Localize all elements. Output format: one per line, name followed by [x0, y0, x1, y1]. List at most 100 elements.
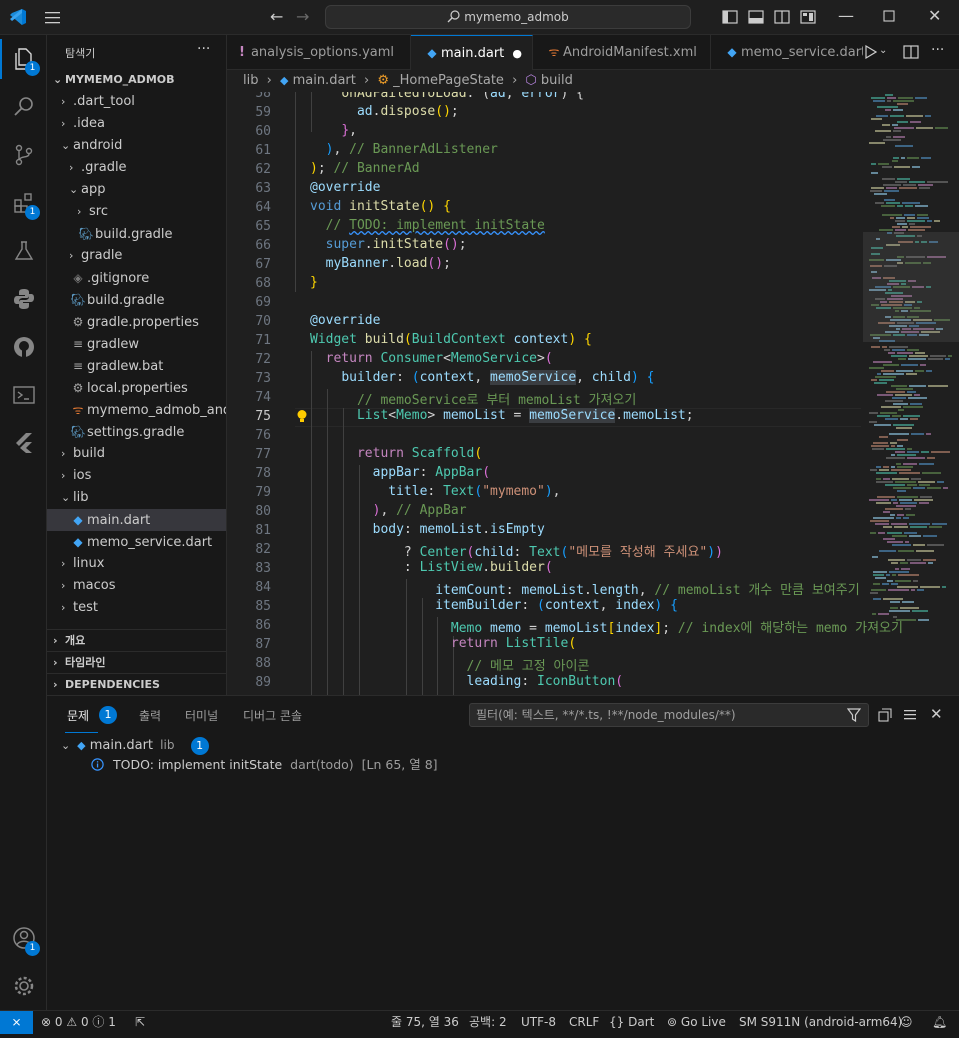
tree-item[interactable]: ⌄ android	[47, 135, 226, 157]
end-of-line[interactable]: CRLF	[569, 1011, 599, 1033]
minimap-line	[886, 391, 905, 393]
indentation[interactable]: 공백: 2	[469, 1011, 507, 1033]
breadcrumb-class[interactable]: _HomePageState	[393, 73, 504, 88]
tree-item[interactable]: › .dart_tool	[47, 91, 226, 113]
section-outline[interactable]: › 개요	[47, 629, 226, 651]
notifications-bell-icon[interactable]: 🔔︎	[932, 1011, 947, 1033]
minimap-viewport[interactable]	[863, 232, 959, 342]
tab-main-dart[interactable]: ◆ main.dart ●	[411, 35, 533, 70]
tree-item[interactable]: ◈ .gitignore	[47, 267, 226, 289]
tab-output[interactable]: 출력	[139, 707, 161, 724]
minimap[interactable]	[863, 92, 959, 695]
tab-analysis-options[interactable]: ! analysis_options.yaml	[227, 35, 411, 70]
breadcrumb-file[interactable]: main.dart	[293, 73, 356, 88]
breadcrumb-lib[interactable]: lib	[243, 73, 258, 88]
code-editor[interactable]: 58 59 60 61 62 63 64 65 66 67 68 69 70 71 72 73 74 75 76 77…	[227, 92, 959, 695]
toggle-sidebar-icon[interactable]	[722, 10, 738, 28]
github-icon[interactable]	[0, 325, 47, 369]
tab-android-manifest[interactable]: ᯤ AndroidManifest.xml	[533, 35, 711, 70]
problem-row[interactable]: TODO: implement initState dart(todo) [Ln…	[91, 754, 438, 776]
collapse-all-icon[interactable]	[878, 708, 892, 726]
tree-item[interactable]: › ios	[47, 465, 226, 487]
account-icon[interactable]: 1	[0, 916, 47, 960]
toggle-panel-icon[interactable]	[748, 10, 764, 28]
section-dependencies[interactable]: › DEPENDENCIES	[47, 673, 226, 695]
tree-item[interactable]: › macos	[47, 575, 226, 597]
minimize-icon[interactable]: —	[838, 6, 854, 25]
tree-item[interactable]: ⌄ lib	[47, 487, 226, 509]
unsaved-dot-icon[interactable]: ●	[512, 36, 522, 70]
customize-layout-icon[interactable]	[800, 10, 816, 28]
device-selector[interactable]: SM S911N (android-arm64)	[739, 1011, 902, 1033]
tab-memo-service[interactable]: ◆ memo_service.dart	[711, 35, 863, 70]
ports-icon[interactable]: ⇱	[135, 1011, 145, 1033]
files-icon[interactable]: 1	[0, 37, 47, 81]
go-live[interactable]: ⊚ Go Live	[667, 1011, 726, 1033]
tab-problems[interactable]: 문제	[67, 707, 89, 724]
problems-status[interactable]: ⊗ 0 ⚠ 0 ⓘ 1	[41, 1011, 116, 1033]
workspace-root[interactable]: ⌄ MYMEMO_ADMOB	[47, 69, 226, 91]
tree-item[interactable]: 🐘︎settings.gradle	[47, 421, 226, 443]
view-as-list-icon[interactable]	[903, 708, 917, 726]
code-line: }	[310, 275, 318, 290]
minimap-line	[902, 202, 920, 204]
tree-item[interactable]: ⌄ app	[47, 179, 226, 201]
line-number: 60	[255, 124, 271, 139]
tab-debug-console[interactable]: 디버그 콘솔	[243, 707, 302, 724]
testing-icon[interactable]	[0, 229, 47, 273]
split-editor-icon[interactable]	[903, 45, 919, 63]
extensions-icon[interactable]: 1	[0, 181, 47, 225]
source-control-icon[interactable]	[0, 133, 47, 177]
tree-item[interactable]: ≡ gradlew	[47, 333, 226, 355]
close-panel-icon[interactable]: ✕	[930, 705, 943, 723]
tree-item[interactable]: › linux	[47, 553, 226, 575]
problem-source: dart(todo)	[290, 757, 354, 772]
tab-terminal[interactable]: 터미널	[185, 707, 218, 724]
back-arrow-icon[interactable]: ←	[270, 7, 283, 26]
chevron-down-icon[interactable]: ⌄	[879, 45, 887, 56]
run-icon[interactable]	[865, 44, 878, 63]
lightbulb-icon[interactable]	[296, 409, 308, 428]
search-icon[interactable]	[0, 85, 47, 129]
language-mode[interactable]: {} Dart	[609, 1011, 654, 1033]
tree-item[interactable]: › gradle	[47, 245, 226, 267]
section-timeline[interactable]: › 타임라인	[47, 651, 226, 673]
close-icon[interactable]: ✕	[928, 6, 941, 25]
minimap-line	[910, 562, 926, 564]
tree-item[interactable]: › .idea	[47, 113, 226, 135]
command-center-search[interactable]: mymemo_admob	[325, 5, 691, 29]
settings-gear-icon[interactable]	[0, 964, 47, 1008]
encoding[interactable]: UTF-8	[521, 1011, 556, 1033]
tree-item[interactable]: ◆ memo_service.dart	[47, 531, 226, 553]
terminal-icon[interactable]	[0, 373, 47, 417]
tree-item[interactable]: › .gradle	[47, 157, 226, 179]
cursor-position[interactable]: 줄 75, 열 36	[391, 1011, 459, 1033]
tree-item[interactable]: 🐘︎build.gradle	[47, 289, 226, 311]
tree-item[interactable]: 🐘︎build.gradle	[47, 223, 226, 245]
tree-item[interactable]: › src	[47, 201, 226, 223]
python-icon[interactable]	[0, 277, 47, 321]
problem-group-row[interactable]: ⌄ ◆ main.dart lib 1	[61, 734, 209, 756]
maximize-icon[interactable]	[883, 10, 895, 26]
breadcrumb-method[interactable]: build	[541, 73, 573, 88]
problems-filter-input[interactable]: 필터(예: 텍스트, **/*.ts, !**/node_modules/**)	[469, 703, 869, 727]
filter-icon[interactable]	[846, 708, 862, 726]
chevron-right-icon: ›	[61, 601, 66, 614]
tree-item[interactable]: ⚙ local.properties	[47, 377, 226, 399]
tree-item[interactable]: ≡ gradlew.bat	[47, 355, 226, 377]
language-label: Dart	[628, 1015, 655, 1029]
minimap-line	[869, 499, 889, 501]
flutter-icon[interactable]	[0, 421, 47, 465]
toggle-secondary-sidebar-icon[interactable]	[774, 10, 790, 28]
tree-item[interactable]: › test	[47, 597, 226, 619]
more-actions-icon[interactable]: ···	[931, 42, 944, 58]
menu-icon[interactable]	[44, 9, 62, 29]
remote-icon[interactable]: ⨯	[0, 1011, 33, 1034]
feedback-icon[interactable]: ☺	[900, 1011, 913, 1033]
tree-item[interactable]: ⚙ gradle.properties	[47, 311, 226, 333]
forward-arrow-icon[interactable]: →	[296, 7, 309, 26]
more-actions-icon[interactable]: ···	[197, 41, 210, 57]
tree-item[interactable]: ◆ main.dart	[47, 509, 226, 531]
tree-item[interactable]: › build	[47, 443, 226, 465]
tree-item[interactable]: ᯤmymemo_admob_and...	[47, 399, 226, 421]
